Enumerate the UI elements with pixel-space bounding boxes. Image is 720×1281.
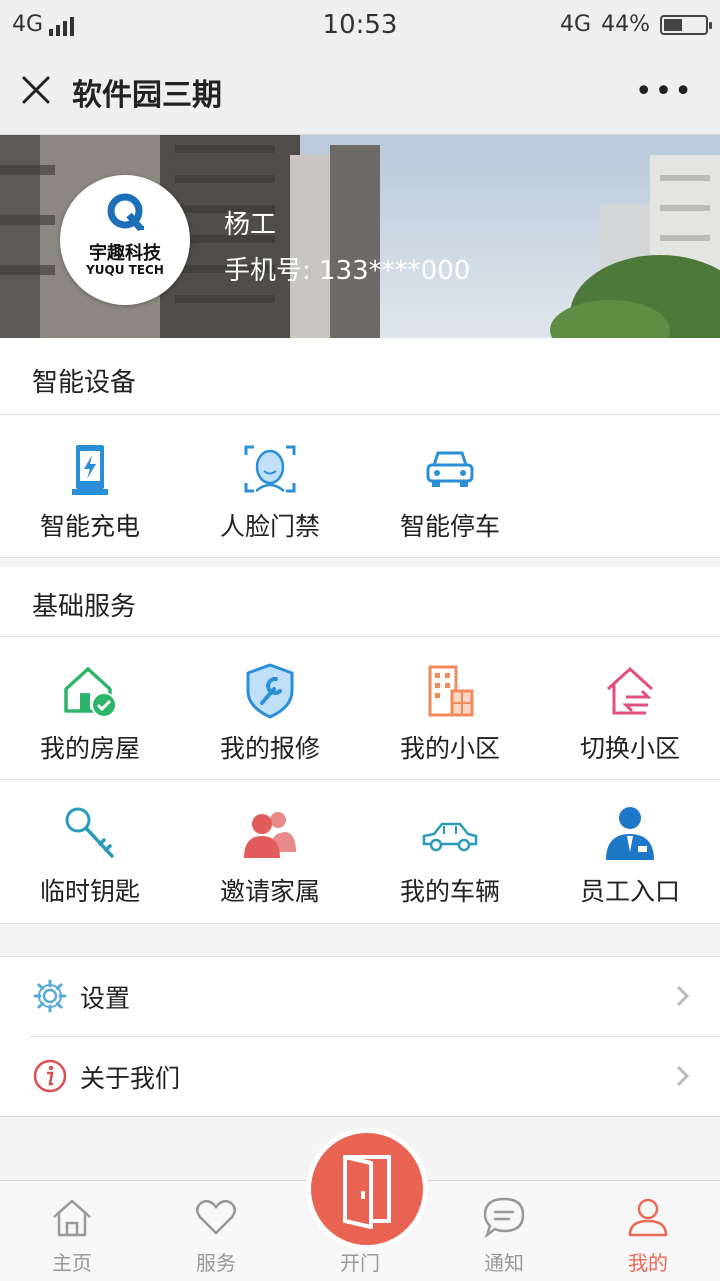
grid-item-my-house[interactable]: 我的房屋 <box>0 637 180 779</box>
open-door-button[interactable] <box>306 1128 428 1250</box>
grid-item-smart-charging[interactable]: 智能充电 <box>0 415 180 557</box>
charging-station-icon <box>72 445 108 495</box>
section-title-basic-services: 基础服务 <box>32 592 137 622</box>
grid-item-switch-community[interactable]: 切换小区 <box>540 637 720 779</box>
tab-home[interactable]: 主页 <box>0 1181 144 1281</box>
tab-label: 服务 <box>196 1251 236 1275</box>
building-icon <box>428 665 474 717</box>
wrench-shield-icon <box>246 663 294 719</box>
tab-label: 通知 <box>484 1251 524 1275</box>
gear-icon <box>33 979 67 1013</box>
car-side-icon <box>422 822 478 852</box>
grid-item-label: 邀请家属 <box>219 877 320 906</box>
company-logo-icon <box>107 193 144 232</box>
smart-devices-grid: 智能充电 人脸门禁 智能停车 <box>0 414 720 558</box>
nav-bar: 软件园三期 ••• <box>0 50 720 135</box>
close-icon[interactable] <box>18 72 54 108</box>
user-icon <box>628 1198 668 1237</box>
family-icon <box>244 812 296 858</box>
house-switch-icon <box>606 666 654 715</box>
heart-icon <box>196 1199 236 1235</box>
logo-text-cn: 宇趣科技 <box>89 243 161 264</box>
grid-item-label: 我的车辆 <box>399 877 500 906</box>
grid-item-label: 人脸门禁 <box>219 512 320 541</box>
menu-list: 设置 关于我们 <box>0 956 720 1117</box>
battery-icon <box>660 14 712 35</box>
network-type-right: 4G <box>560 12 592 37</box>
menu-item-label: 关于我们 <box>80 1064 181 1093</box>
grid-item-label: 智能充电 <box>39 512 140 541</box>
basic-services-grid: 我的房屋 我的报修 我的小区 切换小区 临时钥匙 邀请家属 我的车辆 员工入口 <box>0 636 720 924</box>
house-check-icon <box>64 667 117 718</box>
battery-percent: 44% <box>601 12 650 37</box>
status-bar: 4G 10:53 4G 44% <box>0 0 720 50</box>
tab-label: 我的 <box>628 1251 668 1275</box>
grid-item-my-community[interactable]: 我的小区 <box>360 637 540 779</box>
grid-item-smart-parking[interactable]: 智能停车 <box>360 415 540 557</box>
grid-item-staff-entry[interactable]: 员工入口 <box>540 780 720 922</box>
staff-icon <box>606 807 654 860</box>
tab-label: 开门 <box>340 1251 380 1275</box>
section-header-basic-services: 基础服务 <box>0 567 720 636</box>
logo-text-en: YUQU TECH <box>86 263 164 277</box>
grid-item-invite-family[interactable]: 邀请家属 <box>180 780 360 922</box>
home-icon <box>53 1199 91 1237</box>
grid-item-label: 临时钥匙 <box>39 877 140 906</box>
more-icon[interactable]: ••• <box>635 74 694 109</box>
grid-item-temp-key[interactable]: 临时钥匙 <box>0 780 180 922</box>
door-icon <box>343 1155 391 1229</box>
grid-item-my-vehicle[interactable]: 我的车辆 <box>360 780 540 922</box>
face-recognition-icon <box>244 445 296 493</box>
user-name: 杨工 <box>224 210 277 240</box>
menu-item-label: 设置 <box>80 984 131 1013</box>
section-title-smart-devices: 智能设备 <box>32 368 137 398</box>
grid-item-label: 智能停车 <box>399 512 500 541</box>
grid-item-my-repair[interactable]: 我的报修 <box>180 637 360 779</box>
menu-item-settings[interactable]: 设置 <box>0 957 720 1036</box>
car-front-icon <box>426 451 474 487</box>
tab-mine[interactable]: 我的 <box>576 1181 720 1281</box>
info-icon <box>33 1059 67 1093</box>
grid-item-label: 我的小区 <box>399 734 500 763</box>
user-phone: 手机号: 133****000 <box>224 256 471 286</box>
avatar[interactable]: 宇趣科技 YUQU TECH <box>60 175 190 305</box>
key-icon <box>65 807 114 858</box>
grid-item-label: 切换小区 <box>579 734 680 763</box>
tab-notifications[interactable]: 通知 <box>432 1181 576 1281</box>
section-header-smart-devices: 智能设备 <box>0 338 720 414</box>
grid-item-face-access[interactable]: 人脸门禁 <box>180 415 360 557</box>
menu-item-about[interactable]: 关于我们 <box>0 1037 720 1116</box>
chat-icon <box>483 1197 525 1239</box>
page-title: 软件园三期 <box>72 78 222 113</box>
grid-item-label: 员工入口 <box>579 877 680 906</box>
chevron-right-icon <box>676 1065 690 1087</box>
tab-label: 主页 <box>52 1251 92 1275</box>
grid-item-label: 我的房屋 <box>39 734 140 763</box>
chevron-right-icon <box>676 985 690 1007</box>
status-right: 4G 44% <box>560 12 712 37</box>
tab-services[interactable]: 服务 <box>144 1181 288 1281</box>
grid-item-label: 我的报修 <box>219 734 320 763</box>
